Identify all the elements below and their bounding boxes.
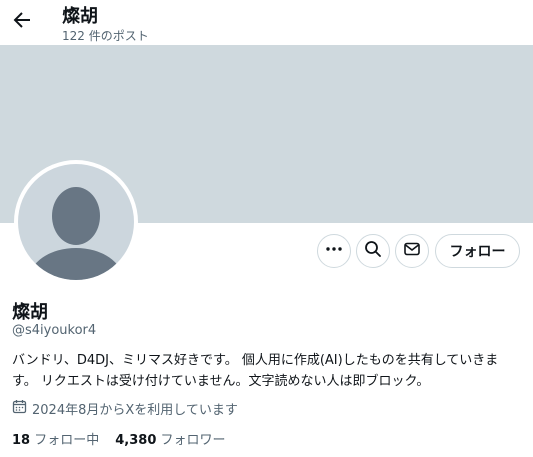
profile-header: 燦胡 122 件のポスト: [0, 0, 533, 45]
post-count: 122 件のポスト: [62, 29, 149, 43]
more-icon: [325, 240, 343, 262]
follow-button[interactable]: フォロー: [435, 234, 520, 268]
display-name: 燦胡: [12, 302, 48, 323]
joined-text: 2024年8月からXを利用しています: [32, 403, 238, 418]
follow-stats: 18 フォロー中 4,380 フォロワー: [12, 429, 226, 448]
calendar-icon: [12, 399, 27, 418]
bio-line: バンドリ、D4DJ、ミリマス好きです。 個人用に作成(AI)したものを共有してい…: [12, 353, 499, 368]
more-button[interactable]: [317, 234, 351, 268]
following-link[interactable]: 18 フォロー中: [12, 429, 99, 448]
handle: @s4iyoukor4: [12, 323, 97, 338]
header-name: 燦胡: [62, 6, 98, 27]
message-icon: [403, 240, 421, 262]
following-label: フォロー中: [34, 433, 100, 448]
message-button[interactable]: [395, 234, 429, 268]
search-button[interactable]: [356, 234, 390, 268]
bio: バンドリ、D4DJ、ミリマス好きです。 個人用に作成(AI)したものを共有してい…: [12, 350, 524, 392]
followers-label: フォロワー: [160, 433, 226, 448]
followers-count: 4,380: [115, 433, 157, 448]
default-avatar-icon: [18, 164, 134, 280]
search-icon: [364, 240, 382, 262]
avatar[interactable]: [14, 160, 138, 284]
back-arrow-icon[interactable]: [10, 8, 34, 32]
following-count: 18: [12, 433, 31, 448]
bio-line: す。 リクエストは受け付けていません。文字読めない人は即ブロック。: [12, 374, 430, 389]
followers-link[interactable]: 4,380 フォロワー: [115, 429, 225, 448]
joined-date: 2024年8月からXを利用しています: [12, 399, 238, 418]
